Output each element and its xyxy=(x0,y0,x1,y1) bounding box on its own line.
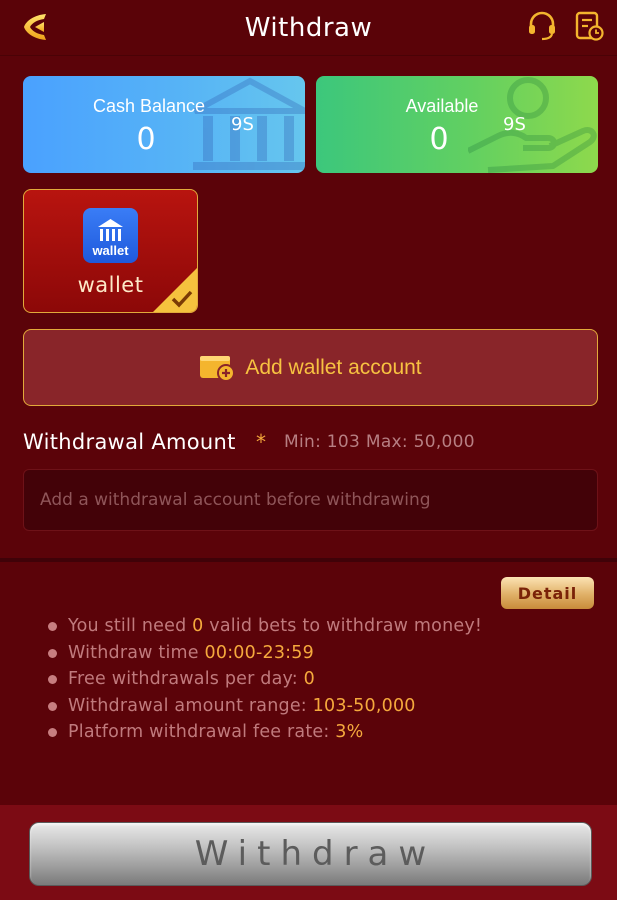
withdraw-rules-list: You still need 0 valid bets to withdraw … xyxy=(48,616,482,749)
list-item: Platform withdrawal fee rate: 3% xyxy=(48,722,482,749)
headset-icon[interactable] xyxy=(526,10,558,42)
section-divider xyxy=(0,558,617,562)
history-record-icon[interactable] xyxy=(573,10,605,42)
add-wallet-icon xyxy=(200,355,236,382)
available-balance-card: Available 0 9S xyxy=(316,76,598,173)
withdraw-submit-button[interactable]: Withdraw xyxy=(29,822,592,886)
bullet-icon xyxy=(48,675,57,684)
list-item: You still need 0 valid bets to withdraw … xyxy=(48,616,482,643)
cash-balance-unit: 9S xyxy=(231,114,254,135)
withdraw-method-wallet[interactable]: wallet wallet xyxy=(23,189,198,313)
selected-check-icon xyxy=(153,268,197,312)
add-wallet-account-label: Add wallet account xyxy=(245,355,422,379)
cash-balance-value: 0 xyxy=(136,122,156,157)
available-unit: 9S xyxy=(503,114,526,135)
available-label: Available xyxy=(405,96,479,116)
required-mark: * xyxy=(256,430,266,454)
wallet-bank-icon: wallet xyxy=(83,208,138,263)
withdrawal-amount-title: Withdrawal Amount xyxy=(23,430,236,454)
bullet-icon xyxy=(48,648,57,658)
bullet-icon xyxy=(48,701,57,711)
cash-balance-card: Cash Balance 0 9S xyxy=(23,76,305,173)
add-wallet-account-button[interactable]: Add wallet account xyxy=(23,329,598,406)
bullet-icon xyxy=(48,622,57,631)
available-value: 0 xyxy=(429,122,449,157)
cash-balance-label: Cash Balance xyxy=(92,96,206,116)
withdraw-submit-label: Withdraw xyxy=(194,834,437,874)
wallet-icon-text: wallet xyxy=(92,243,129,258)
bullet-icon xyxy=(48,728,57,737)
top-bar: Withdraw xyxy=(0,0,617,56)
detail-button[interactable]: Detail xyxy=(501,577,594,609)
page-title: Withdraw xyxy=(244,12,373,43)
amount-limits: Min: 103 Max: 50,000 xyxy=(284,432,475,452)
back-arrow-icon[interactable] xyxy=(20,10,54,44)
list-item: Withdrawal amount range: 103-50,000 xyxy=(48,696,482,723)
list-item: Free withdrawals per day: 0 xyxy=(48,669,482,696)
withdrawal-amount-input[interactable] xyxy=(23,469,598,531)
list-item: Withdraw time 00:00-23:59 xyxy=(48,643,482,670)
